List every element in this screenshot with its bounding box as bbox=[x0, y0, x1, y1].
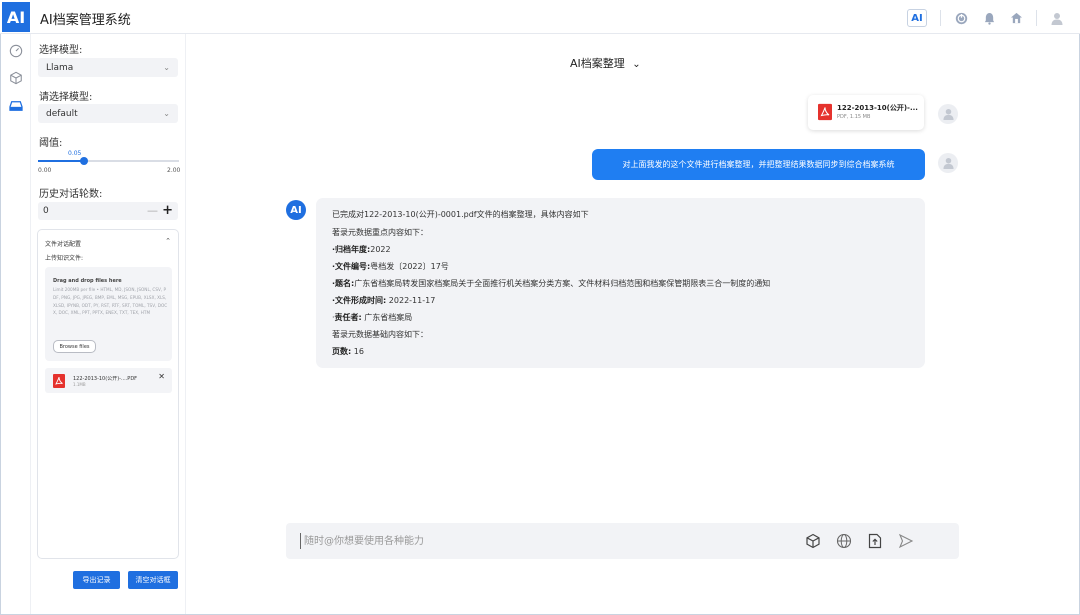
increment-button[interactable]: + bbox=[162, 202, 173, 220]
threshold-value: 0.05 bbox=[68, 150, 82, 157]
upload-label: 上传知识文件: bbox=[45, 255, 84, 262]
resp-value: 广东省档案局 bbox=[361, 313, 413, 322]
model2-select[interactable]: default ⌄ bbox=[38, 104, 178, 123]
model-label: 选择模型: bbox=[39, 45, 83, 56]
threshold-slider[interactable] bbox=[38, 157, 179, 165]
globe-icon[interactable] bbox=[835, 532, 853, 550]
file-upload-icon[interactable] bbox=[866, 532, 884, 550]
app-title: AI档案管理系统 bbox=[40, 13, 131, 28]
chat-input[interactable] bbox=[300, 533, 700, 549]
threshold-max: 2.00 bbox=[167, 167, 181, 174]
model-select-value: Llama bbox=[46, 62, 74, 73]
pages-label: 页数: bbox=[332, 347, 352, 356]
dashboard-icon[interactable] bbox=[8, 43, 24, 59]
title-label: ·题名: bbox=[332, 279, 355, 288]
divider bbox=[1036, 10, 1037, 26]
attached-file-meta: PDF, 1.15 MB bbox=[837, 114, 871, 120]
ai-docno-line: ·文件编号:粤档发〔2022〕17号 bbox=[332, 261, 449, 272]
title-value: 广东省档案局转发国家档案局关于全面推行机关档案分类方案、文件材料归档范围和档案保… bbox=[354, 279, 771, 288]
threshold-slider-handle[interactable] bbox=[80, 157, 88, 165]
ai-pages-line: 页数: 16 bbox=[332, 346, 364, 357]
ai-resp-line: ·责任者: 广东省档案局 bbox=[332, 312, 412, 323]
user-avatar bbox=[938, 153, 958, 173]
threshold-slider-fill bbox=[38, 160, 84, 162]
ai-basic-meta-head: 著录元数据基础内容如下： bbox=[332, 330, 428, 339]
chat-mode-title: AI档案整理 bbox=[570, 57, 625, 70]
attached-file-card[interactable]: 122-2013-10(公开)-... PDF, 1.15 MB bbox=[808, 95, 924, 130]
chevron-down-icon: ⌄ bbox=[632, 59, 641, 70]
top-bar: AI AI档案管理系统 AI bbox=[0, 0, 1080, 34]
file-config-section: 文件对话配置 ⌃ 上传知识文件: Drag and drop files her… bbox=[37, 229, 179, 559]
history-label: 历史对话轮数: bbox=[39, 189, 103, 200]
threshold-label: 阈值: bbox=[39, 138, 63, 149]
export-records-button[interactable]: 导出记录 bbox=[73, 571, 120, 589]
ai-key-meta-head: 著录元数据重点内容如下： bbox=[332, 228, 428, 237]
threshold-min: 0.00 bbox=[38, 167, 52, 174]
model-select[interactable]: Llama ⌄ bbox=[38, 58, 178, 77]
year-label: ·归档年度: bbox=[332, 245, 371, 254]
ai-intro-line: 已完成对122-2013-10(公开)-0001.pdf文件的档案整理，具体内容… bbox=[332, 210, 589, 219]
ai-message-bubble: 已完成对122-2013-10(公开)-0001.pdf文件的档案整理，具体内容… bbox=[316, 198, 925, 368]
file-dropzone[interactable]: Drag and drop files here Limit 200MB per… bbox=[45, 267, 172, 361]
history-value: 0 bbox=[43, 206, 49, 216]
ai-title-line: ·题名:广东省档案局转发国家档案局关于全面推行机关档案分类方案、文件材料归档范围… bbox=[332, 278, 770, 289]
year-value: 2022 bbox=[370, 245, 391, 254]
pdf-icon bbox=[53, 374, 65, 391]
settings-panel: 选择模型: Llama ⌄ 请选择模型: default ⌄ 阈值: 0.05 … bbox=[31, 34, 186, 614]
attached-file-name: 122-2013-10(公开)-... bbox=[837, 104, 918, 112]
pdf-icon bbox=[818, 103, 832, 124]
home-icon[interactable] bbox=[1008, 10, 1024, 26]
user-avatar bbox=[938, 104, 958, 124]
close-icon[interactable]: ✕ bbox=[158, 372, 165, 381]
chevron-down-icon: ⌄ bbox=[163, 63, 170, 72]
uploaded-file-name: 122-2013-10(公开)-....PDF bbox=[73, 376, 138, 382]
ai-time-line: ·文件形成时间: 2022-11-17 bbox=[332, 295, 435, 306]
dropzone-title: Drag and drop files here bbox=[53, 278, 122, 284]
uploaded-file-size: 1.1MB bbox=[73, 382, 86, 387]
ai-avatar: AI bbox=[286, 200, 306, 220]
resp-label: 责任者: bbox=[334, 313, 362, 322]
divider bbox=[940, 10, 941, 26]
clear-chat-button[interactable]: 清空对话框 bbox=[128, 571, 178, 589]
cube-icon[interactable] bbox=[804, 532, 822, 550]
model2-label: 请选择模型: bbox=[39, 92, 93, 103]
send-icon[interactable] bbox=[897, 532, 915, 550]
power-icon[interactable] bbox=[953, 10, 969, 26]
app-logo: AI bbox=[2, 2, 30, 32]
browse-files-button[interactable]: Browse files bbox=[53, 340, 96, 353]
pages-value: 16 bbox=[351, 347, 364, 356]
cube-icon[interactable] bbox=[8, 70, 24, 86]
history-number-input[interactable]: 0 — + bbox=[38, 202, 178, 220]
chevron-up-icon[interactable]: ⌃ bbox=[165, 237, 171, 245]
ai-assistant-button[interactable]: AI bbox=[907, 9, 927, 27]
ai-year-line: ·归档年度:2022 bbox=[332, 244, 391, 255]
file-config-title: 文件对话配置 bbox=[45, 241, 82, 248]
docno-value: 粤档发〔2022〕17号 bbox=[370, 262, 449, 271]
nav-rail bbox=[0, 34, 31, 614]
chat-input-bar bbox=[286, 523, 959, 559]
time-value: 2022-11-17 bbox=[386, 296, 436, 305]
dropzone-limit: Limit 200MB per file • HTML, MD, JSON, J… bbox=[53, 287, 168, 316]
chat-mode-selector[interactable]: AI档案整理 ⌄ bbox=[570, 55, 641, 71]
docno-label: ·文件编号: bbox=[332, 262, 371, 271]
bell-icon[interactable] bbox=[981, 10, 997, 26]
uploaded-file-item: 122-2013-10(公开)-....PDF 1.1MB ✕ bbox=[45, 368, 172, 393]
chevron-down-icon: ⌄ bbox=[163, 109, 170, 118]
user-icon[interactable] bbox=[1049, 10, 1065, 26]
decrement-button[interactable]: — bbox=[147, 202, 158, 220]
model2-select-value: default bbox=[46, 108, 78, 119]
archive-icon[interactable] bbox=[8, 98, 24, 114]
user-message-bubble: 对上面我发的这个文件进行档案整理，并把整理结果数据同步到综合档案系统 bbox=[592, 149, 925, 180]
time-label: ·文件形成时间: bbox=[332, 296, 387, 305]
